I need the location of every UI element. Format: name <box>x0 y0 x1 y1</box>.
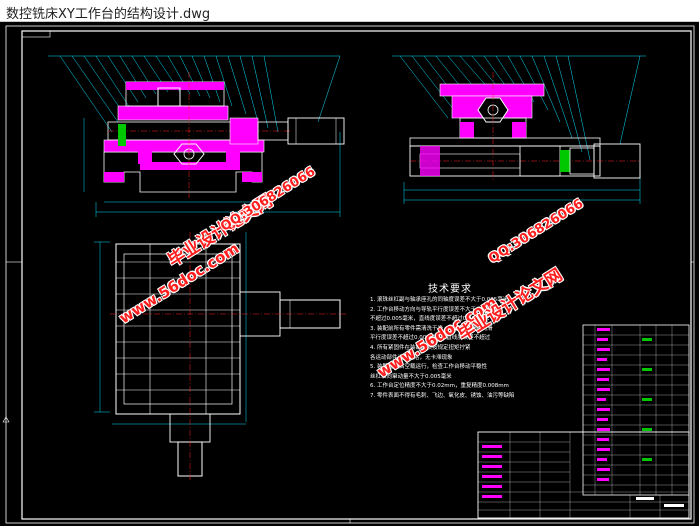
front-view <box>48 55 345 217</box>
drawing-svg <box>2 25 695 524</box>
outer-frame <box>5 25 695 524</box>
cad-drawing-canvas[interactable]: 技术要求 1. 滚珠丝杠副与轴承座孔的同轴度误差不大于0.005毫米 2. 工作… <box>0 22 699 526</box>
tech-requirements-title: 技术要求 <box>428 284 472 295</box>
drawing-number-box <box>21 30 51 38</box>
parts-list <box>582 324 690 496</box>
tech-requirement-item: 丝杠轴向窜动量不大于0.005毫米 <box>370 373 452 380</box>
side-view <box>392 55 646 204</box>
window-title: 数控铣床XY工作台的结构设计.dwg <box>6 7 211 22</box>
inner-frame <box>21 30 692 520</box>
title-bar: 数控铣床XY工作台的结构设计.dwg <box>0 0 699 22</box>
tech-requirement-item: 6. 工作台定位精度不大于0.02mm，重复精度0.008mm <box>370 383 509 390</box>
plan-view <box>94 232 346 482</box>
tech-requirement-item: 7. 零件表面不得有毛刺、飞边、氧化皮、锈蚀、油污等缺陷 <box>370 392 515 399</box>
